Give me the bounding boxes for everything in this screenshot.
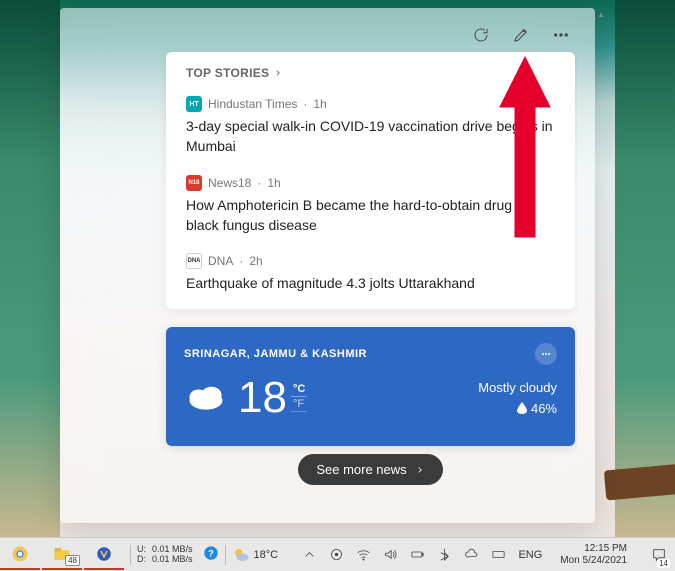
weather-humidity: 46% [517, 401, 557, 416]
top-stories-header[interactable]: TOP STORIES [186, 66, 555, 80]
see-more-news-button[interactable]: See more news [298, 454, 442, 485]
weather-header: SRINAGAR, JAMMU & KASHMIR [184, 343, 557, 365]
language-indicator[interactable]: ENG [518, 549, 542, 561]
taskbar-weather[interactable]: 18°C [232, 546, 279, 564]
news-interests-flyout: TOP STORIES HT Hindustan Times · 1h 3-da… [60, 8, 595, 523]
onedrive-icon[interactable] [464, 547, 479, 562]
weather-icon [232, 546, 250, 564]
bluetooth-icon[interactable] [437, 547, 452, 562]
droplet-icon [517, 402, 527, 414]
pencil-icon [512, 26, 530, 44]
story-time: 1h [313, 97, 326, 111]
clock-time: 12:15 PM [584, 543, 627, 555]
source-icon: DNA [186, 253, 202, 269]
tray-help-icon[interactable]: ? [203, 545, 219, 564]
taskbar: 48 U: D: 0.01 MB/s 0.01 MB/s ? 18°C ENG … [0, 537, 675, 571]
system-tray: ENG 12:15 PM Mon 5/24/2021 14 [302, 538, 675, 571]
story-meta: N18 News18 · 1h [186, 175, 555, 191]
scroll-up-button[interactable]: ▲ [595, 8, 607, 20]
network-speed: 0.01 MB/s 0.01 MB/s [152, 545, 193, 565]
top-stories-card: TOP STORIES HT Hindustan Times · 1h 3-da… [166, 52, 575, 309]
taskbar-app-chrome[interactable] [0, 540, 40, 570]
refresh-button[interactable] [471, 25, 491, 45]
more-icon [552, 26, 570, 44]
chevron-right-icon [415, 465, 425, 475]
desktop-wallpaper-left [0, 0, 60, 537]
app-icon [95, 545, 113, 563]
more-icon [540, 348, 552, 360]
action-center-button[interactable]: 14 [645, 538, 673, 571]
volume-icon[interactable] [383, 547, 398, 562]
chevron-right-icon [273, 68, 283, 78]
story-headline[interactable]: Earthquake of magnitude 4.3 jolts Uttara… [186, 273, 555, 293]
story-time: 1h [267, 176, 280, 190]
weather-card[interactable]: SRINAGAR, JAMMU & KASHMIR 18 °C °F [166, 327, 575, 446]
story-source: Hindustan Times [208, 97, 297, 111]
story-item[interactable]: HT Hindustan Times · 1h 3-day special wa… [186, 96, 555, 157]
chrome-icon [11, 545, 29, 563]
unit-celsius[interactable]: °C [291, 382, 307, 397]
story-item[interactable]: DNA DNA · 2h Earthquake of magnitude 4.3… [186, 253, 555, 293]
story-source: DNA [208, 254, 233, 268]
desktop-wallpaper-right [615, 0, 675, 537]
source-icon: N18 [186, 175, 202, 191]
refresh-icon [472, 26, 490, 44]
see-more-label: See more news [316, 462, 406, 477]
app-badge: 48 [65, 555, 80, 566]
edit-button[interactable] [511, 25, 531, 45]
wifi-icon[interactable] [356, 547, 371, 562]
story-meta: DNA DNA · 2h [186, 253, 555, 269]
more-button[interactable] [551, 25, 571, 45]
weather-options-button[interactable] [535, 343, 557, 365]
story-time: 2h [249, 254, 262, 268]
story-item[interactable]: N18 News18 · 1h How Amphotericin B becam… [186, 175, 555, 236]
unit-toggle[interactable]: °C °F [291, 382, 307, 412]
network-monitor[interactable]: U: D: [137, 545, 146, 565]
weather-condition-icon [184, 373, 228, 422]
tray-overflow-icon[interactable] [302, 547, 317, 562]
flyout-scrollbar[interactable]: ▲ [595, 8, 607, 523]
source-icon: HT [186, 96, 202, 112]
weather-temperature: 18 [238, 376, 287, 420]
top-stories-title: TOP STORIES [186, 66, 269, 80]
story-source: News18 [208, 176, 251, 190]
story-headline[interactable]: 3-day special walk-in COVID-19 vaccinati… [186, 116, 555, 157]
location-icon[interactable] [329, 547, 344, 562]
weather-body: 18 °C °F Mostly cloudy 46% [184, 373, 557, 422]
clock-date: Mon 5/24/2021 [560, 555, 627, 567]
weather-location: SRINAGAR, JAMMU & KASHMIR [184, 348, 367, 360]
flyout-toolbar [78, 22, 577, 48]
cards-container: TOP STORIES HT Hindustan Times · 1h 3-da… [78, 48, 577, 511]
notification-count: 14 [657, 559, 670, 568]
unit-fahrenheit[interactable]: °F [291, 397, 307, 412]
weather-condition: Mostly cloudy [478, 380, 557, 395]
taskbar-app-explorer[interactable]: 48 [42, 540, 82, 570]
keyboard-icon[interactable] [491, 547, 506, 562]
taskbar-clock[interactable]: 12:15 PM Mon 5/24/2021 [554, 543, 633, 567]
battery-icon[interactable] [410, 547, 425, 562]
taskbar-app-other[interactable] [84, 540, 124, 570]
story-headline[interactable]: How Amphotericin B became the hard-to-ob… [186, 195, 555, 236]
story-meta: HT Hindustan Times · 1h [186, 96, 555, 112]
svg-text:?: ? [208, 548, 214, 558]
